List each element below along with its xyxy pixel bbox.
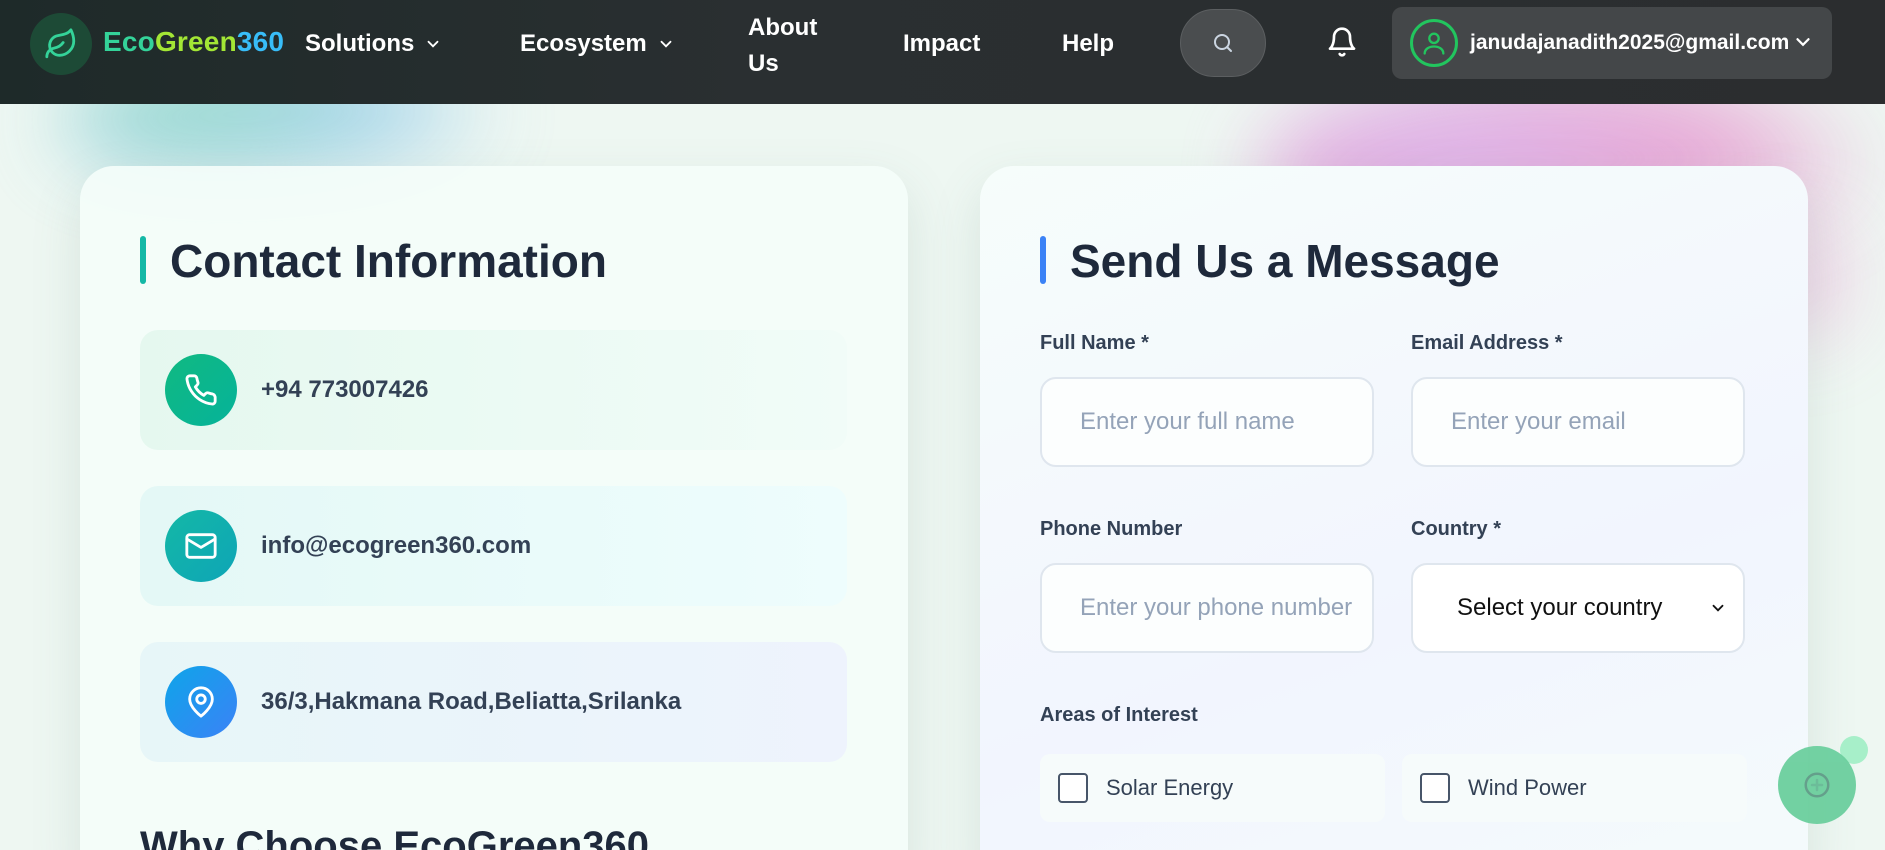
send-message-card: Send Us a Message Full Name * Email Addr… xyxy=(980,166,1808,850)
brand-name[interactable]: EcoGreen360 xyxy=(103,26,284,58)
search-button[interactable] xyxy=(1180,9,1266,77)
nav-solutions-label: Solutions xyxy=(305,30,415,57)
checkbox[interactable] xyxy=(1058,773,1088,803)
country-select-value: Select your country xyxy=(1457,594,1663,621)
nav-ecosystem-label: Ecosystem xyxy=(520,30,647,57)
interest-label: Solar Energy xyxy=(1106,775,1234,800)
contact-email-text: info@ecogreen360.com xyxy=(261,532,532,559)
phone-input[interactable] xyxy=(1040,563,1374,653)
interest-wind-power[interactable]: Wind Power xyxy=(1402,754,1747,822)
chevron-down-icon xyxy=(660,40,672,48)
nav-impact[interactable]: Impact xyxy=(903,30,980,58)
brand-part-eco: Eco xyxy=(103,26,155,57)
contact-address-text: 36/3,Hakmana Road,Beliatta,Srilanka xyxy=(261,688,682,715)
contact-address-item[interactable]: 36/3,Hakmana Road,Beliatta,Srilanka xyxy=(140,642,847,762)
phone-icon xyxy=(185,374,217,406)
mail-icon-badge xyxy=(165,510,237,582)
contact-phone-text: +94 773007426 xyxy=(261,376,429,403)
interest-label: Wind Power xyxy=(1468,775,1587,800)
checkbox[interactable] xyxy=(1420,773,1450,803)
user-email: janudajanadith2025@gmail.com xyxy=(1470,31,1790,54)
email-input[interactable] xyxy=(1411,377,1745,467)
search-icon xyxy=(1214,34,1232,52)
user-icon xyxy=(1423,32,1445,55)
contact-information-title: Contact Information xyxy=(140,234,607,288)
areas-of-interest-label: Areas of Interest xyxy=(1040,704,1198,726)
email-label: Email Address * xyxy=(1411,332,1563,354)
contact-phone-item[interactable]: +94 773007426 xyxy=(140,330,847,450)
avatar xyxy=(1410,19,1458,67)
user-menu[interactable]: janudajanadith2025@gmail.com xyxy=(1392,7,1832,79)
top-navbar: EcoGreen360 Solutions Ecosystem About Us… xyxy=(0,0,1885,104)
nav-about-line1: About xyxy=(748,14,818,41)
country-select[interactable]: Select your country xyxy=(1411,563,1745,653)
chevron-down-icon xyxy=(1796,38,1810,47)
contact-information-card: Contact Information +94 773007426 info@e… xyxy=(80,166,908,850)
interest-solar-energy[interactable]: Solar Energy xyxy=(1040,754,1385,822)
notifications-button[interactable] xyxy=(1326,26,1358,63)
country-label: Country * xyxy=(1411,518,1501,540)
nav-solutions[interactable]: Solutions xyxy=(305,30,442,58)
phone-label: Phone Number xyxy=(1040,518,1183,540)
contact-email-item[interactable]: info@ecogreen360.com xyxy=(140,486,847,606)
chevron-down-icon xyxy=(427,40,439,48)
location-icon-badge xyxy=(165,666,237,738)
nav-help[interactable]: Help xyxy=(1062,30,1114,58)
phone-icon-badge xyxy=(165,354,237,426)
leaf-icon xyxy=(45,28,76,59)
chevron-down-icon xyxy=(1712,604,1724,612)
brand-part-360: 360 xyxy=(236,26,285,57)
nav-about-line2: Us xyxy=(748,50,779,77)
mail-icon xyxy=(185,533,217,559)
bell-icon xyxy=(1328,27,1356,57)
full-name-input[interactable] xyxy=(1040,377,1374,467)
logo[interactable] xyxy=(30,13,92,75)
nav-about-us[interactable]: About Us xyxy=(748,10,828,82)
chat-icon xyxy=(1804,772,1830,798)
location-pin-icon xyxy=(188,686,214,718)
full-name-label: Full Name * xyxy=(1040,332,1149,354)
chat-button[interactable] xyxy=(1778,746,1856,824)
why-choose-title: Why Choose EcoGreen360 xyxy=(140,824,650,850)
brand-part-green: Green xyxy=(154,26,237,57)
send-message-title: Send Us a Message xyxy=(1040,234,1500,288)
nav-ecosystem[interactable]: Ecosystem xyxy=(520,30,675,58)
